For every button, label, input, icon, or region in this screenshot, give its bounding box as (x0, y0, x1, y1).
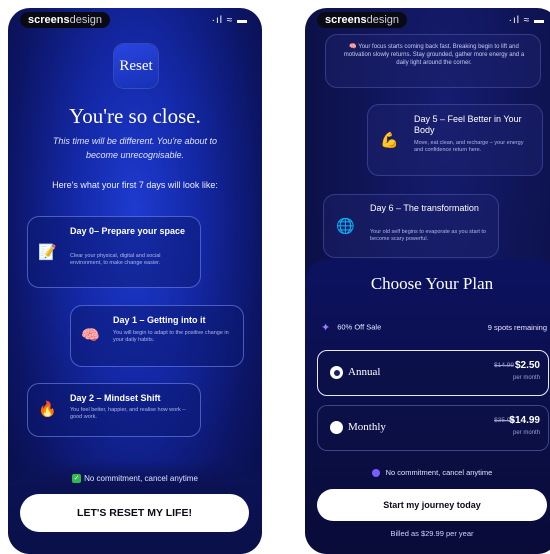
offer-row: ✦ 60% Off Sale 9 spots remaining (321, 321, 547, 334)
commitment-text: No commitment, cancel anytime (385, 468, 493, 477)
day-body: Clear your physical, digital and social … (70, 253, 161, 266)
day-card-2: 🔥 Day 2 – Mindset Shift You feel better,… (27, 383, 201, 437)
muscle-icon: 💪 (380, 132, 399, 149)
day-card-1: 🧠 Day 1 – Getting into it You will begin… (70, 305, 244, 367)
plan-option-annual[interactable]: Annual $14.99 $2.50 per month (317, 350, 549, 396)
billing-note: Billed as $29.99 per year (390, 529, 474, 538)
plan-name: Monthly (348, 421, 386, 433)
radio-unselected[interactable] (330, 421, 343, 434)
plan-price: $14.99 (509, 415, 540, 426)
sparkle-icon: ✦ (321, 322, 331, 334)
day-title: Day 0– Prepare your space (70, 226, 186, 236)
commitment-note: ✓ No commitment, cancel anytime (8, 474, 262, 484)
day-body: Your old self begins to evaporate as you… (370, 229, 486, 242)
commitment-note: No commitment, cancel anytime (305, 468, 550, 478)
brain-icon: 🧠 (81, 327, 100, 344)
day-title: Day 6 – The transformation (370, 203, 479, 213)
globe-icon: 🌐 (336, 218, 355, 235)
day-card-5: 💪 Day 5 – Feel Better in Your Body Move,… (367, 104, 543, 176)
brand-light: design (366, 14, 400, 26)
memo-icon: 📝 (38, 244, 57, 261)
day-title: Day 1 – Getting into it (113, 315, 206, 325)
plan-price: $2.50 (514, 360, 540, 371)
day-title: Day 2 – Mindset Shift (70, 393, 161, 403)
phone-screen-choose-plan: screensdesign ·ıl ≈ ▬ 🧠 Your focus start… (305, 8, 550, 554)
reset-life-button[interactable]: LET'S RESET MY LIFE! (20, 494, 249, 532)
day-body: Move, eat clean, and recharge – your ene… (414, 140, 524, 153)
checkmark-icon: ✓ (72, 474, 82, 484)
plan-name: Annual (348, 366, 381, 378)
day-body: You will begin to adapt to the positive … (113, 330, 229, 343)
focus-card: 🧠 Your focus starts coming back fast. Br… (325, 34, 541, 88)
day-title: Day 5 – Feel Better in Your Body (414, 114, 522, 135)
plan-old-price: $14.99 (494, 362, 514, 369)
fire-icon: 🔥 (38, 401, 57, 418)
page-subtitle: This time will be different. You're abou… (52, 136, 218, 160)
brand-light: design (69, 14, 103, 26)
plan-title: Choose Your Plan (370, 274, 494, 293)
day-body: You feel better, happier, and realise ho… (70, 407, 186, 420)
offer-label: 60% Off Sale (337, 322, 382, 332)
radio-selected[interactable] (330, 366, 343, 379)
app-logo: Reset (114, 44, 158, 88)
brand-bold: screens (28, 14, 70, 26)
day-card-6: 🌐 Day 6 – The transformation Your old se… (323, 194, 499, 258)
plan-option-monthly[interactable]: Monthly $35.00 $14.99 per month (317, 405, 549, 451)
page-title: You're so close. (69, 104, 201, 128)
start-journey-button[interactable]: Start my journey today (317, 489, 547, 521)
plan-period: per month (512, 430, 540, 436)
brand-bold: screens (325, 14, 367, 26)
shield-icon (371, 469, 380, 478)
commitment-text: No commitment, cancel anytime (84, 474, 198, 483)
day-card-0: 📝 Day 0– Prepare your space Clear your p… (27, 216, 201, 288)
focus-text: 🧠 Your focus starts coming back fast. Br… (343, 44, 525, 66)
brand-badge: screensdesign (317, 12, 408, 28)
spots-remaining: 9 spots remaining (487, 323, 547, 332)
plan-period: per month (512, 375, 540, 381)
phone-screen-reset-intro: screensdesign ·ıl ≈ ▬ Reset You're so cl… (8, 8, 262, 554)
brand-badge: screensdesign (20, 12, 111, 28)
intro-text: Here's what your first 7 days will look … (52, 180, 218, 190)
status-icons: ·ıl ≈ ▬ (211, 15, 248, 26)
status-icons: ·ıl ≈ ▬ (508, 15, 545, 26)
